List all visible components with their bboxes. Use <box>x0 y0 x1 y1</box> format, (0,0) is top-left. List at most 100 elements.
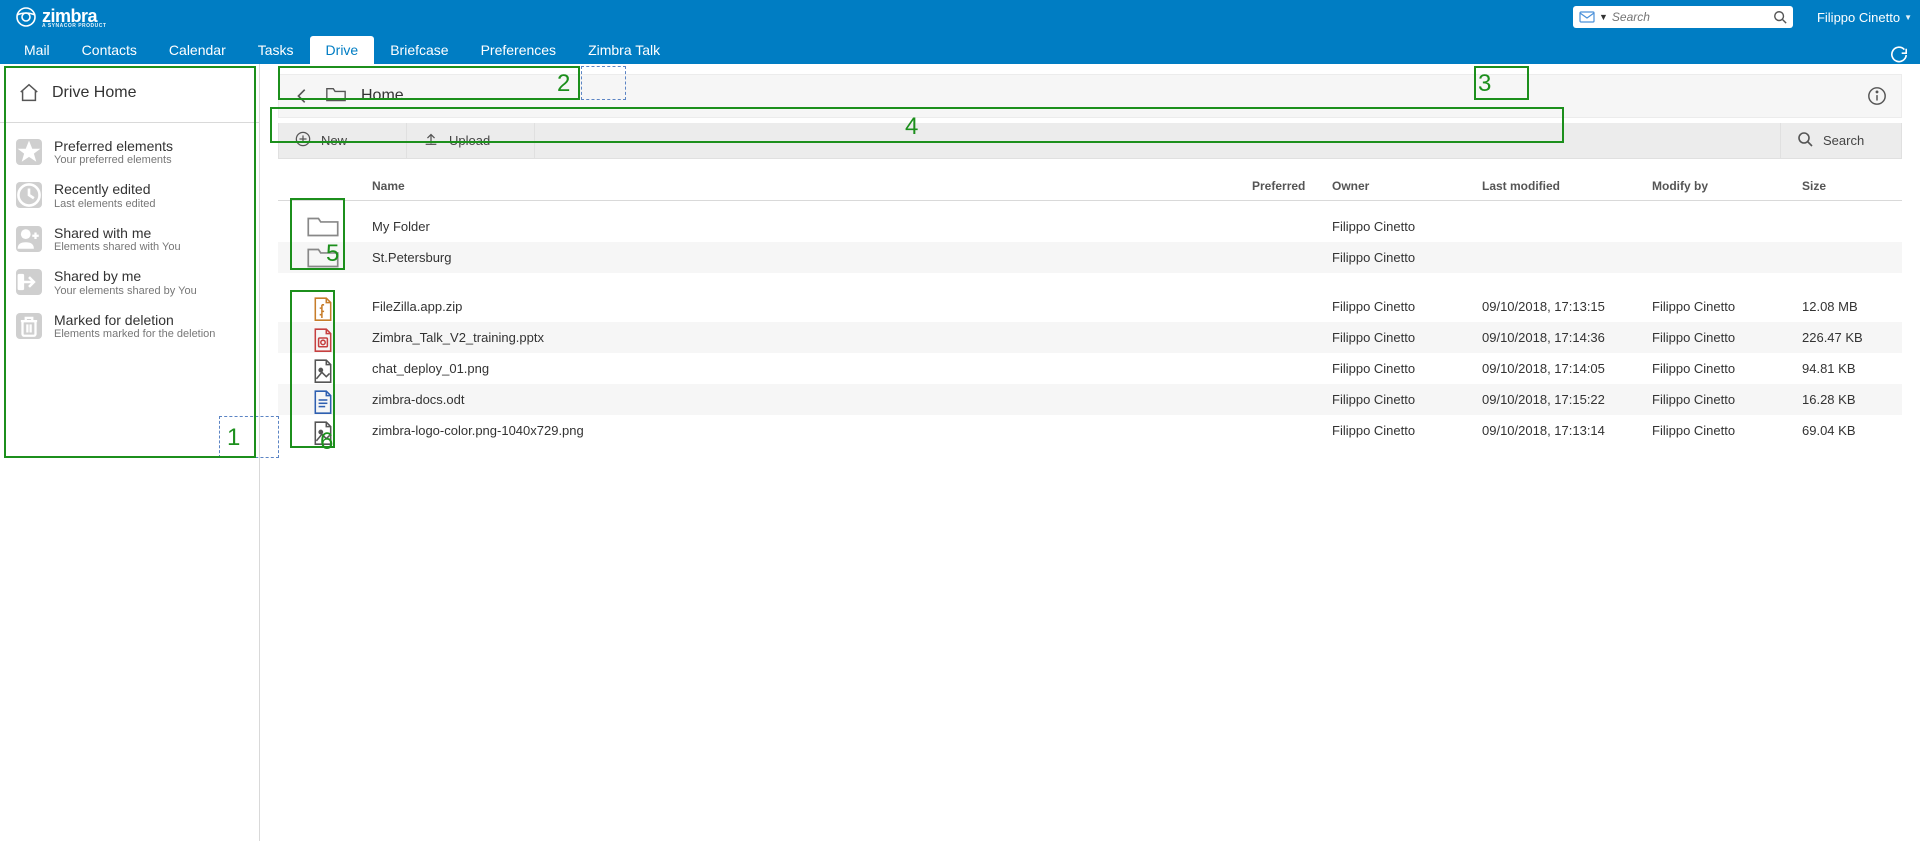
table-row[interactable]: Zimbra_Talk_V2_training.pptx Filippo Cin… <box>278 322 1902 353</box>
upload-button[interactable]: Upload <box>407 123 535 158</box>
file-name: FileZilla.app.zip <box>368 299 1252 314</box>
file-size: 69.04 KB <box>1802 423 1902 438</box>
col-name[interactable]: Name <box>368 179 1252 193</box>
file-modified: 09/10/2018, 17:14:36 <box>1482 330 1652 345</box>
star-icon <box>16 139 42 165</box>
new-label: New <box>321 133 347 148</box>
tab-drive[interactable]: Drive <box>310 36 375 64</box>
sidebar-title[interactable]: Drive Home <box>0 64 259 123</box>
sidebar-item-share[interactable]: Shared by me Your elements shared by You <box>10 263 249 302</box>
tab-briefcase[interactable]: Briefcase <box>374 36 464 64</box>
user-caret-icon: ▼ <box>1904 13 1912 22</box>
table-row[interactable]: My Folder Filippo Cinetto <box>278 211 1902 242</box>
trash-icon <box>16 313 42 339</box>
sidebar-item-label: Shared by me <box>54 269 197 284</box>
file-modified: 09/10/2018, 17:15:22 <box>1482 392 1652 407</box>
tab-mail[interactable]: Mail <box>8 36 66 64</box>
file-name: My Folder <box>368 219 1252 234</box>
sidebar-item-sublabel: Your elements shared by You <box>54 285 197 297</box>
table-row[interactable]: chat_deploy_01.png Filippo Cinetto 09/10… <box>278 353 1902 384</box>
table-row[interactable]: zimbra-docs.odt Filippo Cinetto 09/10/20… <box>278 384 1902 415</box>
sidebar-item-trash[interactable]: Marked for deletion Elements marked for … <box>10 307 249 346</box>
file-owner: Filippo Cinetto <box>1332 299 1482 314</box>
search-icon[interactable] <box>1773 10 1787 24</box>
tab-tasks[interactable]: Tasks <box>242 36 310 64</box>
file-name: Zimbra_Talk_V2_training.pptx <box>368 330 1252 345</box>
file-size: 226.47 KB <box>1802 330 1902 345</box>
sidebar-item-user-plus[interactable]: Shared with me Elements shared with You <box>10 220 249 259</box>
file-modified: 09/10/2018, 17:13:14 <box>1482 423 1652 438</box>
home-icon <box>18 82 40 104</box>
sidebar-item-sublabel: Elements shared with You <box>54 241 181 253</box>
tab-calendar[interactable]: Calendar <box>153 36 242 64</box>
table-row[interactable]: FileZilla.app.zip Filippo Cinetto 09/10/… <box>278 291 1902 322</box>
sidebar-item-label: Marked for deletion <box>54 313 215 328</box>
sidebar-title-label: Drive Home <box>52 84 136 102</box>
file-name: St.Petersburg <box>368 250 1252 265</box>
file-name: chat_deploy_01.png <box>368 361 1252 376</box>
logo: zimbra A SYNACOR PRODUCT <box>14 5 106 29</box>
zip-file-icon <box>312 296 334 318</box>
sidebar-item-label: Shared with me <box>54 226 181 241</box>
info-icon[interactable] <box>1867 86 1887 106</box>
file-modby: Filippo Cinetto <box>1652 330 1802 345</box>
refresh-icon[interactable] <box>1890 46 1908 64</box>
file-modified: 09/10/2018, 17:14:05 <box>1482 361 1652 376</box>
sidebar-item-label: Recently edited <box>54 182 156 197</box>
col-size[interactable]: Size <box>1802 179 1902 193</box>
sidebar-item-sublabel: Elements marked for the deletion <box>54 328 215 340</box>
tab-zimbra-talk[interactable]: Zimbra Talk <box>572 36 676 64</box>
new-button[interactable]: New <box>279 123 407 158</box>
col-modified[interactable]: Last modified <box>1482 179 1652 193</box>
back-icon[interactable] <box>293 87 311 105</box>
file-modby: Filippo Cinetto <box>1652 392 1802 407</box>
breadcrumb: Home <box>278 74 1902 118</box>
table-row[interactable]: zimbra-logo-color.png-1040x729.png Filip… <box>278 415 1902 446</box>
sidebar-item-sublabel: Your preferred elements <box>54 154 173 166</box>
col-owner[interactable]: Owner <box>1332 179 1482 193</box>
main-tabs: MailContactsCalendarTasksDriveBriefcaseP… <box>0 34 1920 64</box>
table-row[interactable]: St.Petersburg Filippo Cinetto <box>278 242 1902 273</box>
png-file-icon <box>312 420 334 442</box>
content: Home New Upload <box>260 64 1920 841</box>
file-modified: 09/10/2018, 17:13:15 <box>1482 299 1652 314</box>
toolbar-search-button[interactable]: Search <box>1781 123 1901 158</box>
file-owner: Filippo Cinetto <box>1332 392 1482 407</box>
file-owner: Filippo Cinetto <box>1332 423 1482 438</box>
file-name: zimbra-logo-color.png-1040x729.png <box>368 423 1252 438</box>
sidebar-item-star[interactable]: Preferred elements Your preferred elemen… <box>10 133 249 172</box>
file-owner: Filippo Cinetto <box>1332 330 1482 345</box>
sidebar: Drive Home Preferred elements Your prefe… <box>0 64 260 841</box>
file-name: zimbra-docs.odt <box>368 392 1252 407</box>
folder-icon <box>325 85 347 107</box>
folder-icon <box>306 245 340 271</box>
user-plus-icon <box>16 226 42 252</box>
toolbar-search-label: Search <box>1823 133 1864 148</box>
tab-preferences[interactable]: Preferences <box>465 36 572 64</box>
filter-caret-icon[interactable]: ▼ <box>1599 12 1608 22</box>
folder-icon <box>306 214 340 240</box>
mail-filter-icon[interactable] <box>1579 10 1595 24</box>
odt-file-icon <box>312 389 334 411</box>
toolbar: New Upload Search <box>278 123 1902 159</box>
sidebar-item-clock[interactable]: Recently edited Last elements edited <box>10 176 249 215</box>
clock-icon <box>16 182 42 208</box>
plus-icon <box>295 131 311 150</box>
table-header: Name Preferred Owner Last modified Modif… <box>278 171 1902 201</box>
logo-tagline: A SYNACOR PRODUCT <box>42 23 106 29</box>
file-modby: Filippo Cinetto <box>1652 299 1802 314</box>
pptx-file-icon <box>312 327 334 349</box>
user-name: Filippo Cinetto <box>1817 10 1900 25</box>
upload-icon <box>423 131 439 150</box>
app-header: zimbra A SYNACOR PRODUCT ▼ Filippo Cinet… <box>0 0 1920 34</box>
share-icon <box>16 269 42 295</box>
col-preferred[interactable]: Preferred <box>1252 179 1332 193</box>
file-size: 12.08 MB <box>1802 299 1902 314</box>
user-menu[interactable]: Filippo Cinetto ▼ <box>1817 10 1912 25</box>
tab-contacts[interactable]: Contacts <box>66 36 153 64</box>
sidebar-item-label: Preferred elements <box>54 139 173 154</box>
col-modby[interactable]: Modify by <box>1652 179 1802 193</box>
file-size: 16.28 KB <box>1802 392 1902 407</box>
global-search[interactable]: ▼ <box>1573 6 1793 28</box>
search-input[interactable] <box>1612 10 1769 24</box>
